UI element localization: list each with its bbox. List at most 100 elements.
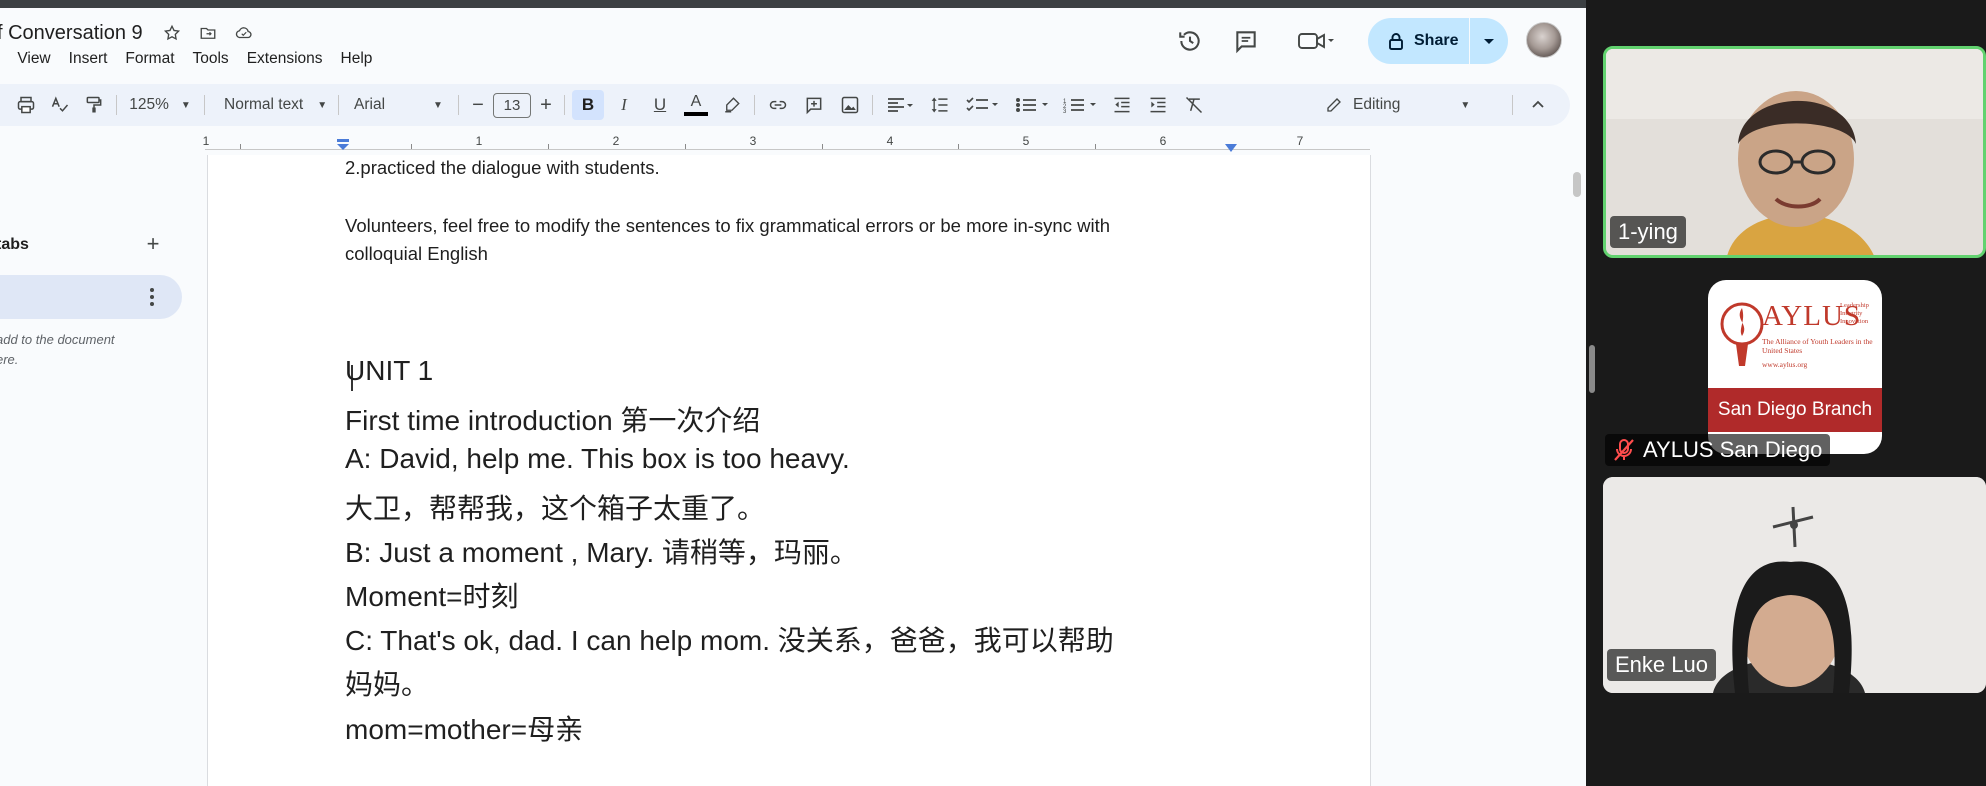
pencil-icon — [1325, 96, 1343, 114]
increase-indent-icon[interactable] — [1142, 84, 1174, 126]
aylus-tagline: The Alliance of Youth Leaders in the Uni… — [1762, 337, 1873, 355]
decrease-font-size-button[interactable]: − — [465, 84, 491, 126]
google-docs-window: f Conversation 9 t View Insert Format To… — [0, 0, 1586, 786]
doc-line: Moment=时刻 — [345, 581, 519, 612]
aylus-branch-band: San Diego Branch — [1708, 388, 1882, 432]
share-options-icon[interactable] — [1481, 31, 1497, 56]
comments-icon[interactable] — [1231, 26, 1261, 56]
clear-formatting-icon[interactable] — [1178, 84, 1210, 126]
participant-video-tile[interactable]: 1-ying — [1603, 46, 1986, 258]
ruler-number: 6 — [1159, 134, 1167, 148]
increase-font-size-button[interactable]: + — [533, 84, 559, 126]
font-size-input[interactable]: 13 — [493, 93, 531, 118]
tabs-heading: tabs — [0, 236, 29, 253]
doc-line: mom=mother=母亲 — [345, 714, 584, 745]
ruler-number: 7 — [1296, 134, 1304, 148]
add-comment-icon[interactable] — [798, 84, 830, 126]
align-left-icon[interactable] — [880, 84, 920, 126]
ruler-number: 3 — [749, 134, 757, 148]
collapse-menus-icon[interactable] — [1522, 84, 1554, 126]
outline-hint: add to the document ere. — [0, 330, 146, 370]
underline-button[interactable]: U — [644, 84, 676, 126]
title-row: f Conversation 9 — [0, 18, 255, 48]
paragraph-style-select[interactable]: Normal text ▼ — [212, 84, 332, 126]
right-indent-marker-icon[interactable] — [1224, 140, 1238, 152]
outline-hint-text: add to the document ere. — [0, 332, 115, 367]
doc-line: C: That's ok, dad. I can help mom. 没关系，爸… — [345, 625, 1114, 656]
zoom-select[interactable]: 125% ▼ — [122, 84, 198, 126]
document-page[interactable]: 2.practiced the dialogue with students. … — [207, 155, 1371, 786]
highlight-icon[interactable] — [716, 84, 748, 126]
participant-name: Enke Luo — [1607, 649, 1716, 681]
doc-paragraph: 2.practiced the dialogue with students. — [345, 157, 660, 178]
menu-format[interactable]: Format — [125, 50, 174, 68]
doc-paragraph: colloquial English — [345, 243, 488, 264]
menu-help[interactable]: Help — [341, 50, 373, 68]
more-vert-icon[interactable] — [145, 285, 159, 309]
panel-resize-handle[interactable] — [1589, 345, 1595, 393]
insert-image-icon[interactable] — [834, 84, 866, 126]
doc-line: 妈妈。 — [345, 669, 430, 700]
document-tab-item[interactable] — [0, 275, 182, 319]
share-button[interactable]: Share — [1368, 18, 1508, 64]
ruler-number: 1 — [202, 134, 210, 148]
meet-video-icon[interactable] — [1294, 26, 1338, 56]
star-icon[interactable] — [161, 22, 183, 44]
move-folder-icon[interactable] — [197, 22, 219, 44]
menu-extensions[interactable]: Extensions — [247, 50, 323, 68]
account-avatar[interactable] — [1526, 22, 1562, 58]
aylus-logo: AYLUS Leadership Integrity Innovation Th… — [1708, 280, 1882, 454]
checklist-icon[interactable] — [960, 84, 1006, 126]
add-tab-button[interactable]: + — [142, 231, 164, 256]
share-label: Share — [1414, 32, 1459, 49]
vertical-scrollbar[interactable] — [1573, 172, 1581, 197]
doc-line: B: Just a moment , Mary. 请稍等，玛丽。 — [345, 537, 858, 568]
participant-video-tile[interactable]: Enke Luo — [1603, 477, 1986, 693]
menu-tools[interactable]: Tools — [193, 50, 229, 68]
aylus-url: www.aylus.org — [1762, 360, 1808, 369]
font-value: Arial — [354, 96, 386, 113]
menu-bar: t View Insert Format Tools Extensions He… — [0, 48, 390, 70]
text-color-button[interactable]: A — [680, 84, 712, 126]
zoom-value: 125% — [129, 96, 169, 113]
chevron-down-icon: ▼ — [433, 99, 443, 111]
spellcheck-icon[interactable] — [44, 84, 76, 126]
horizontal-ruler[interactable]: 1 1 2 3 4 5 6 7 — [0, 134, 1586, 154]
left-indent-marker-icon[interactable] — [336, 138, 350, 150]
bulleted-list-icon[interactable] — [1010, 84, 1056, 126]
doc-line: 大卫，帮帮我，这个箱子太重了。 — [345, 493, 766, 524]
decrease-indent-icon[interactable] — [1106, 84, 1138, 126]
chevron-down-icon: ▼ — [1460, 99, 1471, 111]
font-select[interactable]: Arial ▼ — [346, 84, 456, 126]
menu-insert[interactable]: Insert — [69, 50, 108, 68]
ruler-number: 5 — [1022, 134, 1030, 148]
version-history-icon[interactable] — [1175, 26, 1205, 56]
participant-name: 1-ying — [1610, 216, 1686, 248]
window-top-strip — [0, 0, 1586, 8]
paint-format-icon[interactable] — [78, 84, 110, 126]
line-spacing-icon[interactable] — [924, 84, 956, 126]
editing-mode-select[interactable]: Editing ▼ — [1325, 84, 1470, 126]
participant-name: AYLUS San Diego — [1643, 437, 1823, 462]
ruler-number: 2 — [612, 134, 620, 148]
svg-text:3: 3 — [1063, 109, 1067, 114]
torch-icon — [1720, 302, 1764, 366]
text-color-icon: A — [690, 93, 702, 110]
formatting-toolbar: 125% ▼ Normal text ▼ Arial ▼ − 13 + B I … — [0, 84, 1570, 126]
ruler-number: 4 — [886, 134, 894, 148]
menu-view[interactable]: View — [17, 50, 50, 68]
numbered-list-icon[interactable]: 123 — [1058, 84, 1104, 126]
italic-button[interactable]: I — [608, 84, 640, 126]
print-icon[interactable] — [10, 84, 42, 126]
document-title[interactable]: f Conversation 9 — [0, 22, 143, 45]
chevron-down-icon: ▼ — [180, 99, 191, 111]
doc-heading: UNIT 1 — [345, 355, 434, 386]
doc-line: First time introduction 第一次介绍 — [345, 405, 761, 436]
doc-line: A: David, help me. This box is too heavy… — [345, 443, 850, 474]
cloud-saved-icon[interactable] — [233, 22, 255, 44]
insert-link-icon[interactable] — [762, 84, 794, 126]
participant-name-tag: AYLUS San Diego — [1605, 434, 1831, 466]
mic-muted-icon — [1613, 438, 1635, 462]
aylus-motto: Leadership Integrity Innovation — [1840, 302, 1869, 325]
bold-button[interactable]: B — [572, 90, 604, 120]
